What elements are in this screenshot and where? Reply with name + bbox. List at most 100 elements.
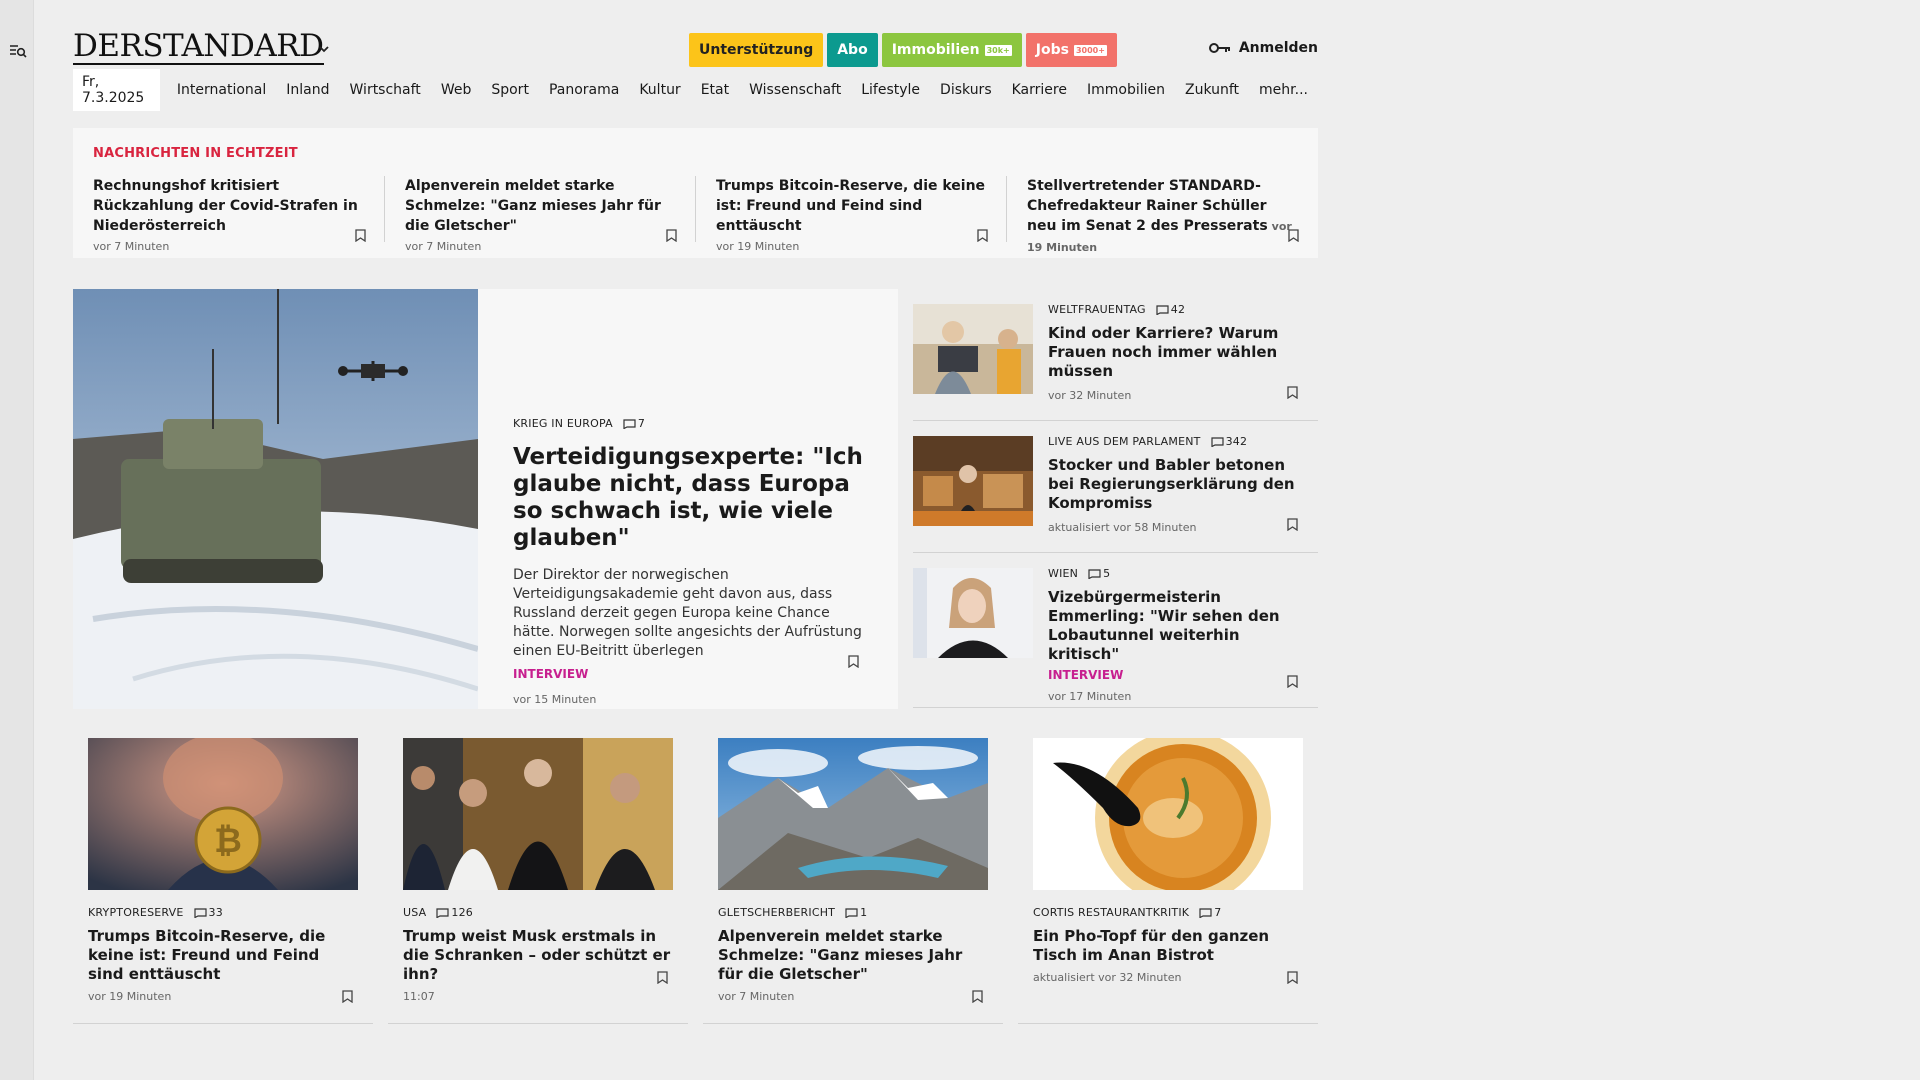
comment-count[interactable]: 342: [1211, 435, 1248, 448]
card-title[interactable]: Trump weist Musk erstmals in die Schrank…: [403, 927, 673, 984]
immobilien-button[interactable]: Immobilien 30k+: [881, 33, 1022, 67]
card-row: ₿ KRYPTORESERVE 33 Trumps Bitcoin-Reserv…: [73, 738, 1318, 1024]
card-kicker-label[interactable]: GLETSCHERBERICHT: [718, 906, 835, 919]
side-image-portrait[interactable]: [913, 568, 1033, 658]
card-image-pho-soup[interactable]: [1033, 738, 1303, 890]
nav-item-zukunft[interactable]: Zukunft: [1175, 82, 1249, 98]
side-kicker-label[interactable]: LIVE AUS DEM PARLAMENT: [1048, 435, 1201, 448]
ticker-item-title[interactable]: Rechnungshof kritisiert Rückzahlung der …: [93, 176, 364, 236]
bookmark-icon[interactable]: [848, 655, 859, 668]
bookmark-icon[interactable]: [1287, 518, 1298, 531]
nav-item-web[interactable]: Web: [431, 82, 482, 98]
ticker-item-title[interactable]: Trumps Bitcoin-Reserve, die keine ist: F…: [716, 176, 986, 236]
side-title[interactable]: Stocker und Babler betonen bei Regierung…: [1048, 456, 1298, 513]
lead-tag: INTERVIEW: [513, 667, 589, 681]
nav-item-inland[interactable]: Inland: [276, 82, 339, 98]
lead-image-tank-drone[interactable]: [73, 289, 478, 709]
side-kicker-label[interactable]: WELTFRAUENTAG: [1048, 303, 1146, 316]
comment-count[interactable]: 1: [845, 906, 867, 919]
list-item[interactable]: LIVE AUS DEM PARLAMENT 342 Stocker und B…: [913, 421, 1318, 553]
card-image-bitcoin[interactable]: ₿: [88, 738, 358, 890]
side-image-child-mother[interactable]: [913, 304, 1033, 394]
list-item[interactable]: WIEN 5 Vizebürgermeisterin Emmerling: "W…: [913, 553, 1318, 708]
side-kicker: WIEN 5: [1048, 567, 1298, 580]
bookmark-icon[interactable]: [1287, 971, 1298, 984]
card[interactable]: ₿ KRYPTORESERVE 33 Trumps Bitcoin-Reserv…: [73, 738, 373, 1024]
card[interactable]: USA 126 Trump weist Musk erstmals in die…: [388, 738, 688, 1024]
nav-item-karriere[interactable]: Karriere: [1002, 82, 1077, 98]
nav-item-etat[interactable]: Etat: [691, 82, 739, 98]
lead-kicker-label[interactable]: KRIEG IN EUROPA: [513, 417, 613, 430]
nav-item-lifestyle[interactable]: Lifestyle: [851, 82, 930, 98]
side-kicker-label[interactable]: WIEN: [1048, 567, 1078, 580]
bookmark-icon[interactable]: [355, 229, 366, 242]
nav-date[interactable]: Fr, 7.3.2025: [73, 69, 160, 111]
nav-item-wissenschaft[interactable]: Wissenschaft: [739, 82, 851, 98]
card-comment-count: 7: [1214, 906, 1222, 919]
card[interactable]: GLETSCHERBERICHT 1 Alpenverein meldet st…: [703, 738, 1003, 1024]
card-time: aktualisiert vor 32 Minuten: [1033, 971, 1182, 984]
comment-count[interactable]: 7: [623, 417, 645, 430]
ticker-label: NACHRICHTEN IN ECHTZEIT: [93, 146, 298, 161]
card-title[interactable]: Ein Pho-Topf für den ganzen Tisch im Ana…: [1033, 927, 1303, 965]
card[interactable]: CORTIS RESTAURANTKRITIK 7 Ein Pho-Topf f…: [1018, 738, 1318, 1024]
menu-search-icon[interactable]: [9, 42, 27, 60]
card-image-glacier[interactable]: [718, 738, 988, 890]
bookmark-icon[interactable]: [1287, 386, 1298, 399]
ticker-item[interactable]: Rechnungshof kritisiert Rückzahlung der …: [73, 176, 384, 253]
ticker-item[interactable]: Stellvertretender STANDARD-Chefredakteur…: [1006, 176, 1317, 254]
nav-item-more[interactable]: mehr...: [1249, 82, 1318, 98]
nav-item-kultur[interactable]: Kultur: [629, 82, 690, 98]
side-image-parliament[interactable]: [913, 436, 1033, 526]
side-comment-count: 5: [1103, 567, 1111, 580]
bookmark-icon[interactable]: [1288, 229, 1299, 242]
comment-count[interactable]: 42: [1156, 303, 1185, 316]
card-kicker-label[interactable]: USA: [403, 906, 426, 919]
svg-text:₿: ₿: [214, 821, 242, 861]
card-title[interactable]: Trumps Bitcoin-Reserve, die keine ist: F…: [88, 927, 358, 984]
jobs-button[interactable]: Jobs 3000+: [1025, 33, 1117, 67]
abo-button[interactable]: Abo: [827, 33, 878, 67]
ticker-item-title[interactable]: Stellvertretender STANDARD-Chefredakteur…: [1027, 178, 1268, 234]
chevron-down-icon[interactable]: [318, 44, 330, 54]
side-title[interactable]: Vizebürgermeisterin Emmerling: "Wir sehe…: [1048, 588, 1298, 664]
lead-story[interactable]: KRIEG IN EUROPA 7 Verteidigungsexperte: …: [73, 289, 898, 709]
ticker-item[interactable]: Trumps Bitcoin-Reserve, die keine ist: F…: [695, 176, 1006, 253]
list-item[interactable]: WELTFRAUENTAG 42 Kind oder Karriere? War…: [913, 289, 1318, 421]
bookmark-icon[interactable]: [972, 990, 983, 1003]
bookmark-icon[interactable]: [657, 971, 668, 984]
site-logo[interactable]: DERSTANDARD: [73, 30, 324, 65]
bookmark-icon[interactable]: [666, 229, 677, 242]
lead-body: KRIEG IN EUROPA 7 Verteidigungsexperte: …: [513, 417, 868, 706]
lead-title[interactable]: Verteidigungsexperte: "Ich glaube nicht,…: [513, 444, 868, 552]
bookmark-icon[interactable]: [342, 990, 353, 1003]
card-kicker-label[interactable]: KRYPTORESERVE: [88, 906, 184, 919]
login-button[interactable]: Anmelden: [1208, 40, 1318, 56]
main-nav: Fr, 7.3.2025 International Inland Wirtsc…: [73, 69, 1318, 111]
comment-count[interactable]: 126: [436, 906, 473, 919]
nav-item-diskurs[interactable]: Diskurs: [930, 82, 1002, 98]
comment-count[interactable]: 33: [193, 906, 223, 919]
ticker-item-time: vor 19 Minuten: [716, 240, 800, 253]
bookmark-icon[interactable]: [977, 229, 988, 242]
card-kicker-label[interactable]: CORTIS RESTAURANTKRITIK: [1033, 906, 1189, 919]
bookmark-icon[interactable]: [1287, 675, 1298, 688]
comment-count[interactable]: 5: [1088, 567, 1110, 580]
ticker-item[interactable]: Alpenverein meldet starke Schmelze: "Gan…: [384, 176, 695, 253]
card-body: KRYPTORESERVE 33 Trumps Bitcoin-Reserve,…: [88, 906, 358, 1003]
card-comment-count: 1: [860, 906, 868, 919]
nav-item-immobilien[interactable]: Immobilien: [1077, 82, 1175, 98]
nav-item-international[interactable]: International: [167, 82, 276, 98]
side-title[interactable]: Kind oder Karriere? Warum Frauen noch im…: [1048, 324, 1298, 381]
lead-comment-count: 7: [637, 417, 646, 430]
card-body: USA 126 Trump weist Musk erstmals in die…: [403, 906, 673, 1003]
nav-item-panorama[interactable]: Panorama: [539, 82, 629, 98]
nav-item-wirtschaft[interactable]: Wirtschaft: [340, 82, 431, 98]
nav-item-sport[interactable]: Sport: [481, 82, 539, 98]
comment-icon: [1156, 304, 1169, 315]
comment-count[interactable]: 7: [1199, 906, 1221, 919]
support-button[interactable]: Unterstützung: [689, 33, 824, 67]
card-image-white-house[interactable]: [403, 738, 673, 890]
ticker-item-title[interactable]: Alpenverein meldet starke Schmelze: "Gan…: [405, 176, 675, 236]
card-title[interactable]: Alpenverein meldet starke Schmelze: "Gan…: [718, 927, 988, 984]
